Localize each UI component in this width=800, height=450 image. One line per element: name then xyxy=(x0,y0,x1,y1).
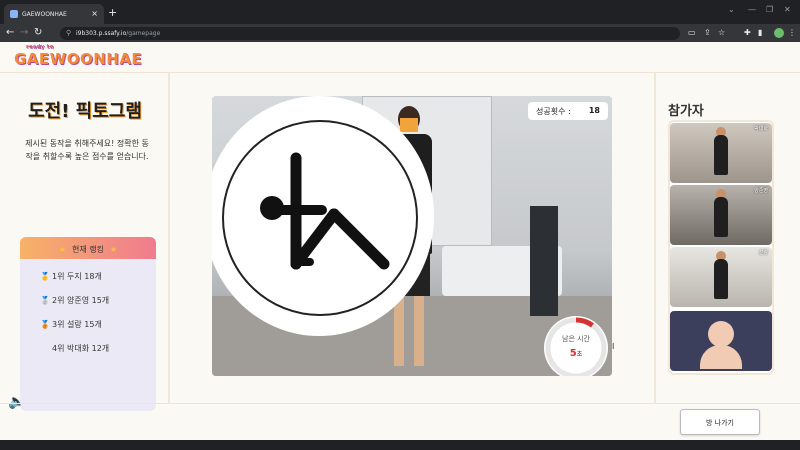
timer-gauge: 남은 시간 5초 xyxy=(544,316,608,376)
url-host: i9b303.p.ssafy.io xyxy=(76,30,127,37)
success-count: 18 xyxy=(588,106,600,115)
favicon-icon xyxy=(10,10,18,18)
timer-value: 5초 xyxy=(544,348,608,359)
logo-tagline: ready to xyxy=(26,44,54,50)
new-tab-button[interactable]: + xyxy=(108,6,117,19)
ranking-text: 2위 양준영 15개 xyxy=(52,296,110,305)
menu-icon[interactable]: ⋮ xyxy=(788,28,796,37)
timer-label: 남은 시간 xyxy=(562,335,590,343)
avatar-placeholder-icon xyxy=(708,321,734,347)
share-icon[interactable]: ⇪ xyxy=(704,28,711,37)
challenge-panel: 도전! 픽토그램 제시된 동작을 취해주세요! 정확한 동작을 취할수록 높은 … xyxy=(0,73,170,411)
challenge-title: 도전! 픽토그램 xyxy=(28,101,142,122)
timer-unit: 초 xyxy=(576,351,583,358)
participant-body xyxy=(714,259,728,299)
site-info-icon[interactable]: ⚲ xyxy=(66,29,71,37)
timer-seconds: 5 xyxy=(569,348,577,359)
reload-icon[interactable]: ↻ xyxy=(34,27,42,38)
ranking-item: 4위 박대화 12개 xyxy=(40,343,109,354)
ranking-text: 3위 설랑 15개 xyxy=(52,320,102,329)
close-tab-icon[interactable]: × xyxy=(91,9,98,18)
pictogram-pose-icon xyxy=(260,152,390,270)
close-window-icon[interactable]: ✕ xyxy=(784,5,791,14)
browser-tab[interactable]: GAEWOONHAE × xyxy=(4,4,104,24)
game-page: ready to GAEWOONHAE 도전! 픽토그램 제시된 동작을 취해주… xyxy=(0,42,800,440)
restore-icon[interactable]: ❐ xyxy=(766,5,773,14)
back-icon[interactable]: ← xyxy=(6,27,14,38)
avatar-placeholder-body xyxy=(700,345,742,369)
game-video: 성공횟수 : 18 남은 시간 5초 xyxy=(212,96,612,376)
participant-tile-empty xyxy=(670,311,772,371)
participant-tile: 박대화 xyxy=(670,123,772,183)
url-field[interactable]: ⚲ i9b303.p.ssafy.io/gamepage xyxy=(60,27,680,40)
logo-text: GAEWOONHAE xyxy=(14,50,143,68)
speaker-icon[interactable]: 🔈 xyxy=(8,394,25,410)
bookmark-star-icon[interactable]: ☆ xyxy=(718,28,725,37)
bronze-medal-icon: 🥉 xyxy=(40,320,50,329)
ranking-item: 🥇 1위 두지 18개 xyxy=(40,271,102,282)
gold-medal-icon: 🥇 xyxy=(40,272,50,281)
pictogram-ring xyxy=(222,120,418,316)
room-shelf xyxy=(530,206,558,316)
forward-icon[interactable]: → xyxy=(20,27,28,38)
participant-tile: 양준영 xyxy=(670,185,772,245)
ranking-text: 4위 박대화 12개 xyxy=(52,344,110,353)
ranking-title: 현재 랭킹 xyxy=(72,245,104,254)
logo[interactable]: ready to GAEWOONHAE xyxy=(14,44,143,68)
extensions-icon[interactable]: ✚ xyxy=(744,28,751,37)
sidebar-icon[interactable]: ▮ xyxy=(758,28,762,37)
tab-title: GAEWOONHAE xyxy=(22,11,67,18)
profile-avatar[interactable] xyxy=(774,28,784,38)
address-bar: ← → ↻ ⚲ i9b303.p.ssafy.io/gamepage ▭ ⇪ ☆… xyxy=(0,24,800,42)
participant-name: 설랑 xyxy=(758,250,768,256)
success-label: 성공횟수 : xyxy=(536,107,571,116)
pictogram-card xyxy=(212,96,434,336)
star-icon: ★ xyxy=(58,245,66,254)
minimize-icon[interactable]: — xyxy=(748,5,756,14)
ranking-header: ★ 현재 랭킹 ★ xyxy=(20,237,156,259)
browser-tab-bar: GAEWOONHAE × + ⌄ — ❐ ✕ xyxy=(0,0,800,24)
silver-medal-icon: 🥈 xyxy=(40,296,50,305)
participant-body xyxy=(714,135,728,175)
chevron-down-icon[interactable]: ⌄ xyxy=(728,5,735,14)
timer-ring xyxy=(545,317,607,376)
ranking-card: ★ 현재 랭킹 ★ 🥇 1위 두지 18개 🥈 2위 양준영 15개 🥉 3위 설랑 15… xyxy=(20,237,156,411)
footer-divider xyxy=(0,403,800,404)
ranking-item: 🥈 2위 양준영 15개 xyxy=(40,295,109,306)
success-count-badge: 성공횟수 : 18 xyxy=(528,102,608,120)
exit-room-button[interactable]: 방 나가기 xyxy=(680,409,760,435)
participant-name: 양준영 xyxy=(754,188,768,194)
challenge-instruction: 제시된 동작을 취해주세요! 정확한 동작을 취할수록 높은 점수를 얻습니다. xyxy=(25,139,149,161)
url-path: /gamepage xyxy=(126,30,161,37)
camera-icon[interactable]: ▭ xyxy=(688,28,696,37)
ranking-item: 🥉 3위 설랑 15개 xyxy=(40,319,102,330)
participant-name: 박대화 xyxy=(754,126,768,132)
star-icon: ★ xyxy=(109,245,118,254)
ranking-text: 1위 두지 18개 xyxy=(52,272,102,281)
text-cursor-icon: I xyxy=(612,342,615,351)
participant-body xyxy=(714,197,728,237)
right-divider xyxy=(654,73,656,403)
participants-title: 참가자 xyxy=(668,104,704,119)
participant-tile: 설랑 xyxy=(670,247,772,307)
